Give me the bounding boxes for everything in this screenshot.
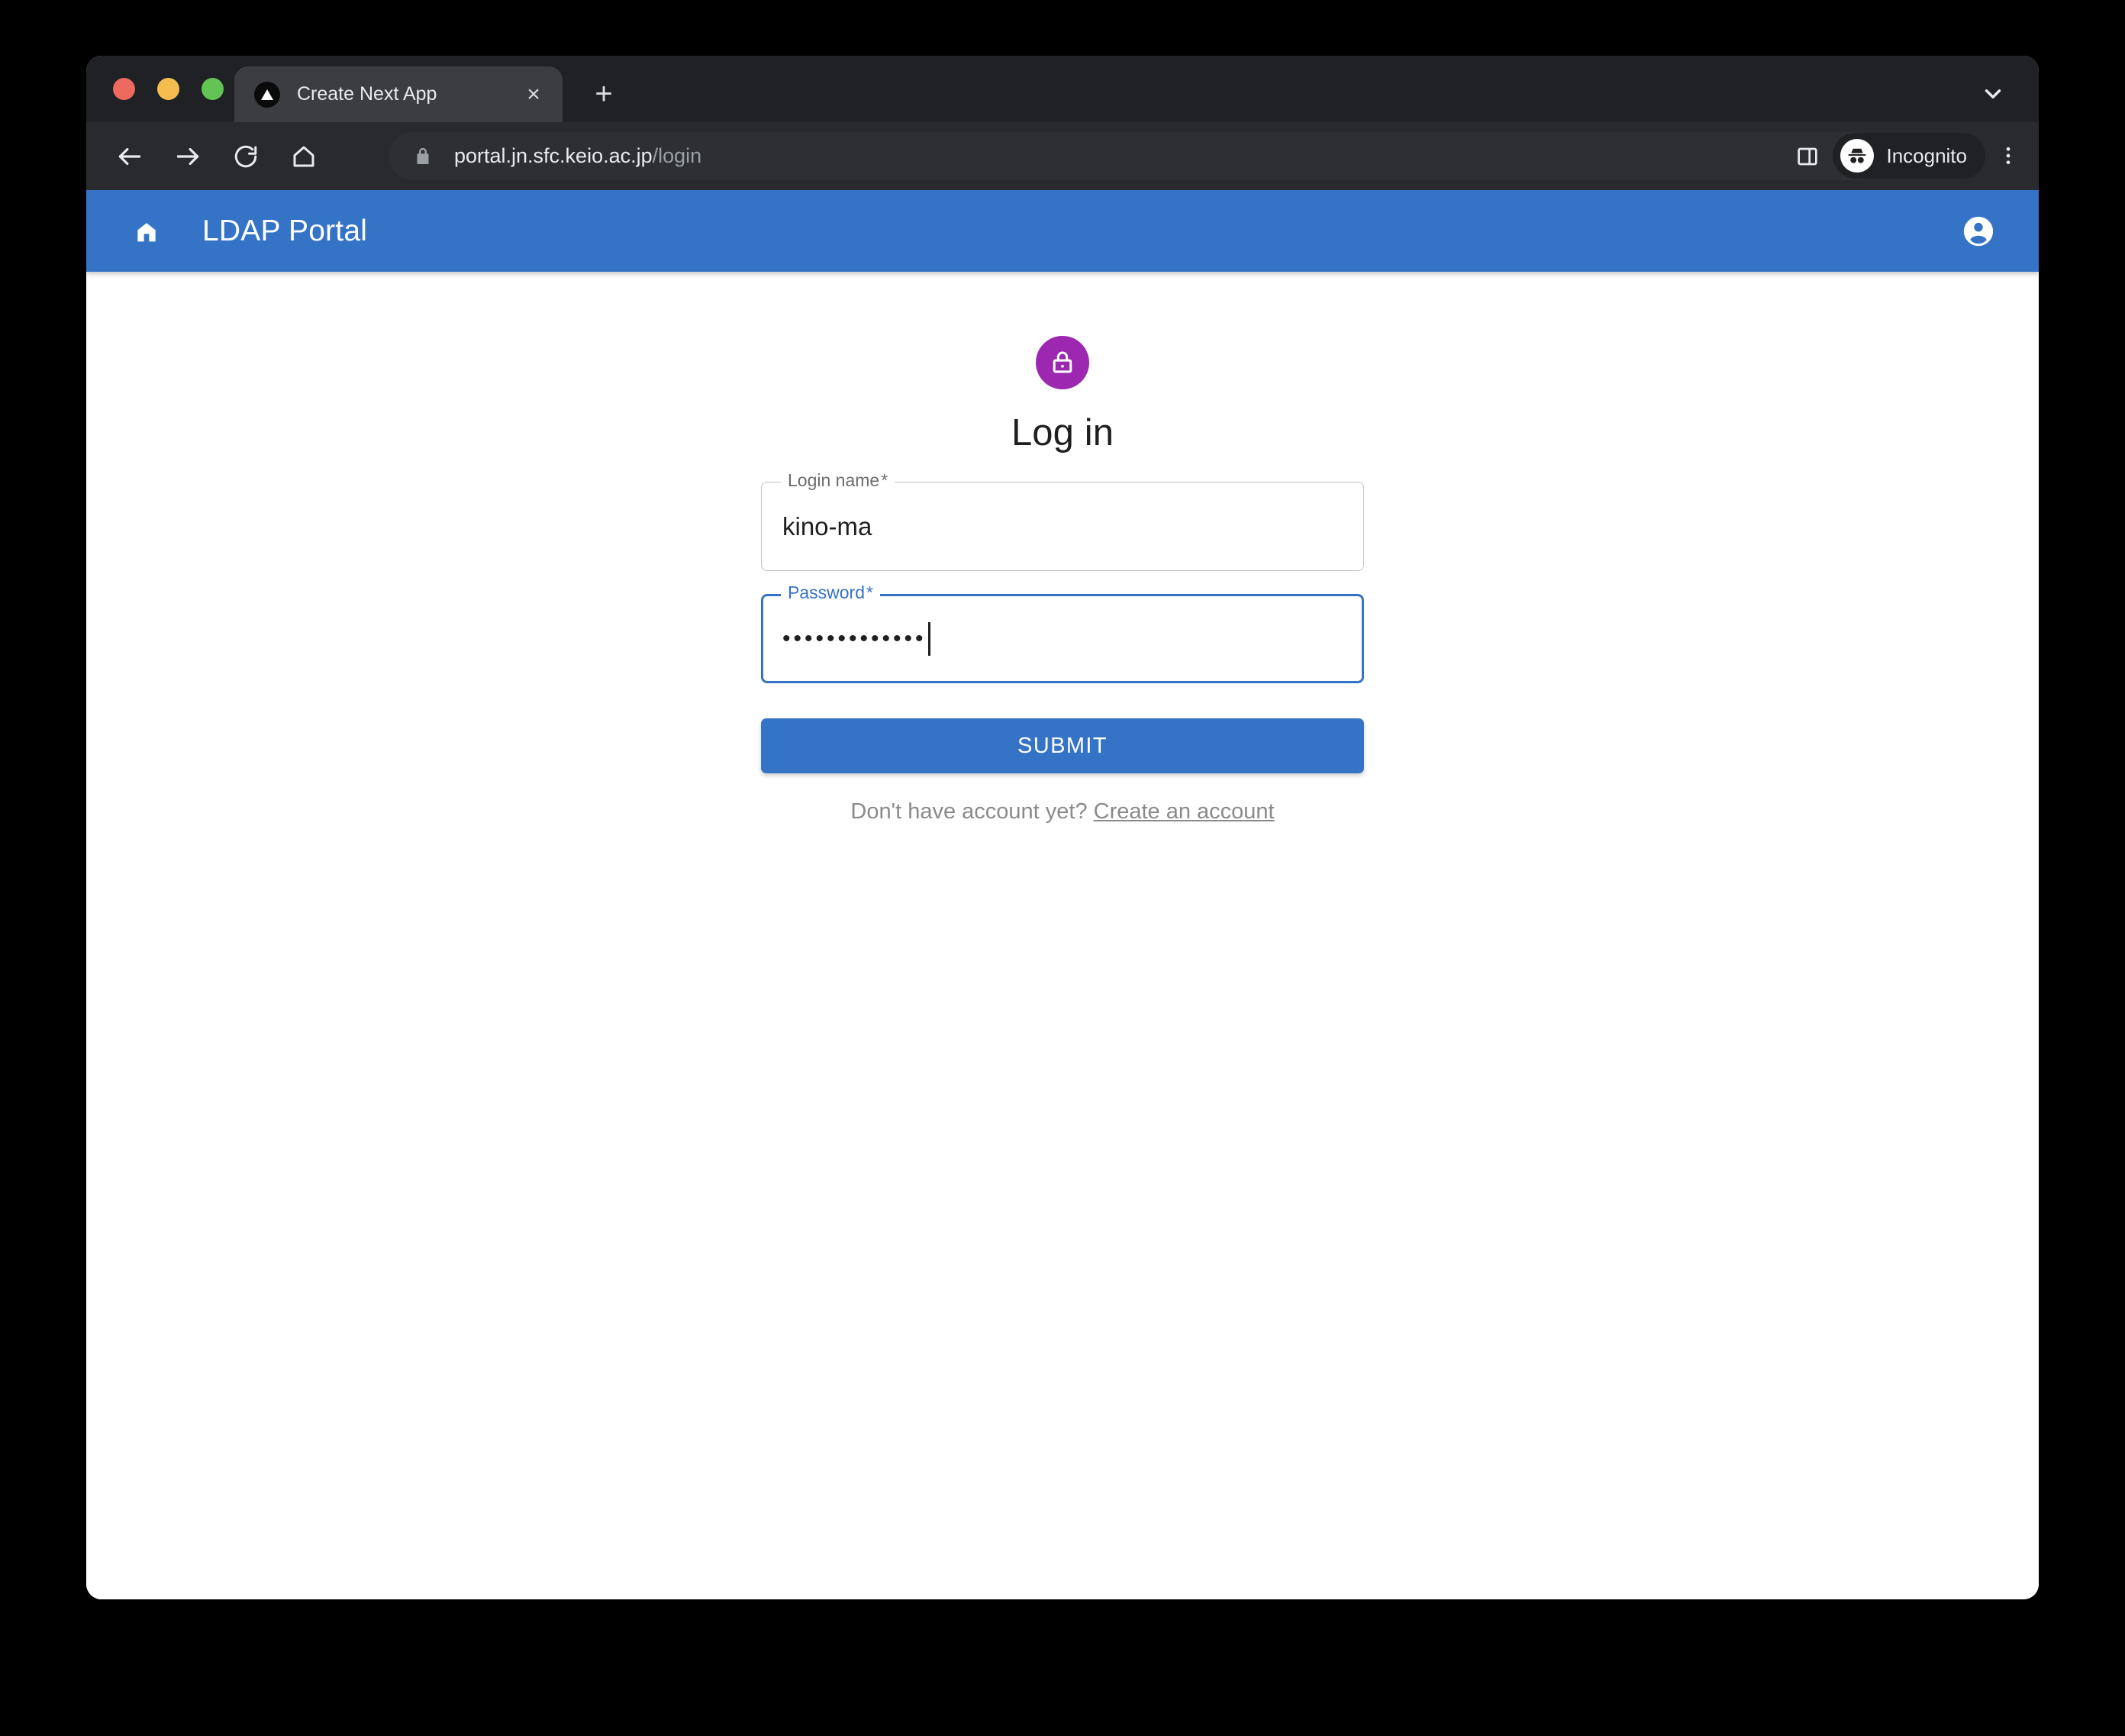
lock-icon[interactable] — [411, 145, 434, 168]
window-maximize-button[interactable] — [202, 78, 224, 100]
create-account-link[interactable]: Create an account — [1094, 799, 1275, 824]
text-caret — [927, 621, 930, 656]
password-masked-value: ••••••••••••• — [782, 625, 927, 651]
submit-button[interactable]: SUBMIT — [761, 718, 1364, 773]
browser-window: Create Next App × + portal.jn.sfc.keio.a… — [86, 56, 2039, 1599]
page-viewport: LDAP Portal Log in Login name* kino-ma P… — [86, 190, 2039, 1599]
login-name-label: Login name* — [781, 470, 895, 491]
home-icon[interactable] — [280, 133, 327, 180]
password-input[interactable]: ••••••••••••• — [782, 621, 930, 656]
password-label: Password* — [781, 582, 880, 603]
arrow-right-icon[interactable] — [164, 133, 211, 180]
window-traffic-lights — [113, 78, 224, 100]
arrow-left-icon[interactable] — [106, 133, 153, 180]
required-marker: * — [881, 470, 888, 490]
login-form: Login name* kino-ma Password* ••••••••••… — [761, 470, 1364, 824]
tab-strip: Create Next App × + — [86, 56, 2039, 122]
profile-label: Incognito — [1886, 144, 1967, 167]
browser-toolbar: portal.jn.sfc.keio.ac.jp/login Incognito — [86, 122, 2039, 190]
three-dot-menu-icon[interactable] — [1990, 137, 2027, 174]
password-field[interactable]: Password* ••••••••••••• — [761, 582, 1364, 683]
close-icon[interactable]: × — [520, 81, 547, 108]
signup-row: Don't have account yet? Create an account — [761, 799, 1364, 824]
window-close-button[interactable] — [113, 78, 135, 100]
login-name-field[interactable]: Login name* kino-ma — [761, 470, 1364, 571]
signup-prompt: Don't have account yet? — [850, 799, 1088, 824]
url-path: /login — [652, 144, 702, 167]
incognito-icon — [1840, 139, 1875, 173]
reload-icon[interactable] — [222, 133, 269, 180]
app-title: LDAP Portal — [202, 214, 368, 247]
profile-badge[interactable]: Incognito — [1833, 133, 1985, 179]
login-name-input[interactable]: kino-ma — [782, 512, 872, 541]
url-host: portal.jn.sfc.keio.ac.jp — [454, 144, 653, 167]
new-tab-button[interactable]: + — [584, 74, 624, 114]
window-minimize-button[interactable] — [157, 78, 179, 100]
tab-title: Create Next App — [297, 83, 437, 105]
login-container: Log in Login name* kino-ma Password* •••… — [761, 272, 1364, 824]
address-bar-url: portal.jn.sfc.keio.ac.jp/login — [454, 144, 701, 168]
home-icon[interactable] — [123, 208, 170, 255]
account-circle-icon[interactable] — [1953, 206, 2004, 257]
chevron-down-icon[interactable] — [1975, 76, 2011, 112]
nextjs-triangle-icon — [254, 81, 280, 108]
address-bar[interactable]: portal.jn.sfc.keio.ac.jp/login — [389, 132, 1882, 180]
lock-outlined-icon — [1036, 336, 1089, 389]
browser-tab[interactable]: Create Next App × — [234, 66, 563, 122]
side-panel-icon[interactable] — [1788, 137, 1827, 176]
app-bar: LDAP Portal — [86, 190, 2039, 272]
page-title: Log in — [1011, 412, 1114, 453]
required-marker: * — [866, 582, 873, 602]
